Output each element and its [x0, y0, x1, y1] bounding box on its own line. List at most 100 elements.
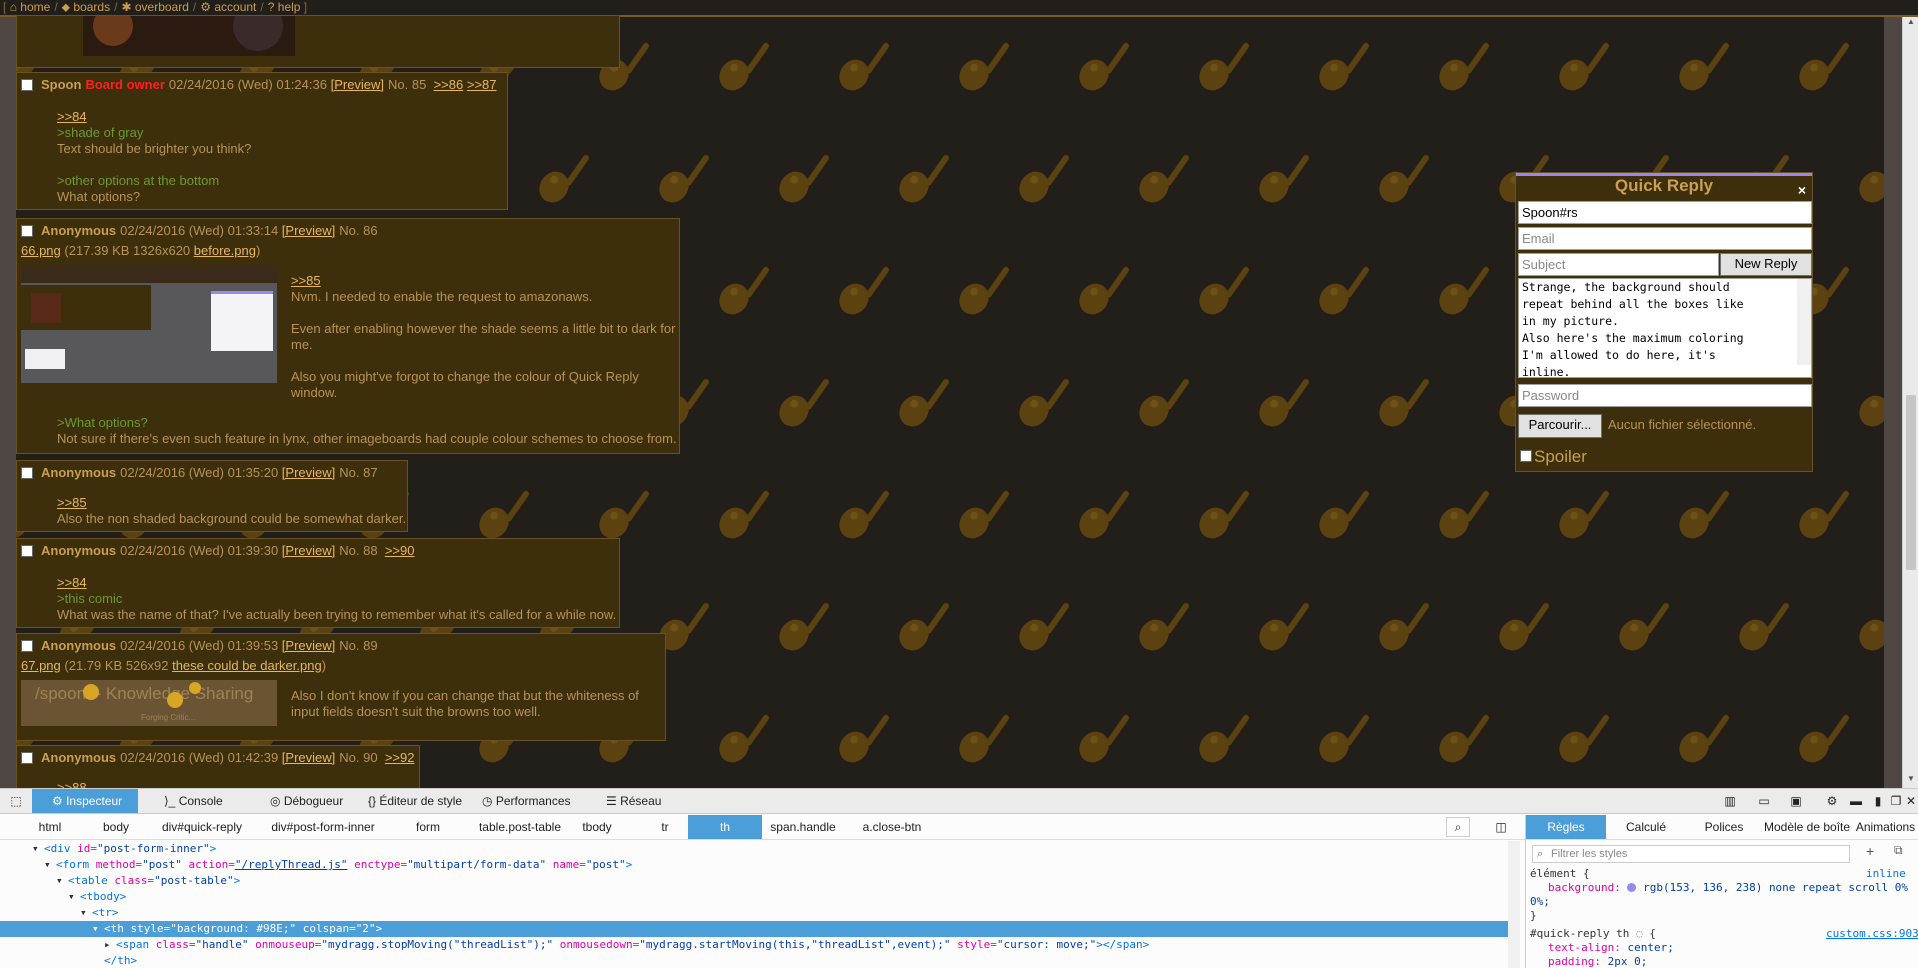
close-icon[interactable]: × [1798, 180, 1806, 200]
post-checkbox[interactable] [21, 225, 33, 237]
post-number[interactable]: No. 90 [339, 750, 377, 765]
undock-icon[interactable]: ❐ [1888, 789, 1904, 813]
layout-icon[interactable]: ▥ [1718, 789, 1742, 813]
rule2-declaration[interactable]: text-align: center; [1548, 941, 1674, 955]
tab-box-model[interactable]: Modèle de boîte [1762, 815, 1852, 839]
page-scrollbar[interactable]: ▲ ▼ [1902, 15, 1918, 788]
markup-scrollbar[interactable] [1508, 841, 1520, 968]
browse-button[interactable]: Parcourir... [1518, 414, 1602, 438]
preview-link[interactable]: [Preview] [282, 750, 335, 765]
pick-element-icon[interactable]: ⬚ [4, 789, 28, 813]
message-textarea[interactable]: Strange, the background should repeat be… [1518, 278, 1812, 378]
subject-field[interactable]: Subject [1518, 253, 1719, 276]
breadcrumb-item[interactable]: tr [644, 815, 686, 839]
tab-computed[interactable]: Calculé [1606, 815, 1686, 839]
breadcrumb-item[interactable]: div#post-form-inner [260, 815, 386, 839]
quote-link[interactable]: >>84 [57, 109, 251, 125]
email-field[interactable]: Email [1518, 227, 1812, 250]
tab-style-editor[interactable]: {} Éditeur de style [368, 789, 472, 813]
tab-performance[interactable]: ◷ Performances [482, 789, 578, 813]
original-filename-link[interactable]: these could be darker.png [172, 658, 322, 673]
tab-inspector[interactable]: ⚙ Inspecteur [32, 789, 138, 813]
breadcrumb-item[interactable]: body [87, 815, 145, 839]
reply-link[interactable]: >>92 [385, 750, 415, 765]
tab-console[interactable]: ⟩_ Console [160, 789, 260, 813]
dock-side-icon[interactable]: ▮ [1868, 789, 1888, 813]
markup-view[interactable]: ▾ <div id="post-form-inner"> ▾ <form method… [0, 841, 1508, 968]
post-number[interactable]: No. 88 [339, 543, 377, 558]
preview-link[interactable]: [Preview] [282, 543, 335, 558]
add-rule-icon[interactable]: + [1866, 843, 1874, 859]
nav-overboard[interactable]: ✱ overboard [121, 0, 188, 14]
expand-triangle-icon[interactable]: ▾ [32, 841, 44, 857]
preview-link[interactable]: [Preview] [282, 638, 335, 653]
name-field[interactable]: Spoon#rs [1518, 201, 1812, 224]
breadcrumb-item[interactable]: div#quick-reply [149, 815, 255, 839]
expand-triangle-icon[interactable]: ▾ [68, 889, 80, 905]
breadcrumb-item[interactable]: tbody [564, 815, 630, 839]
highlight-selector-icon[interactable]: ◌ [1636, 927, 1643, 940]
file-link[interactable]: 66.png [21, 243, 61, 258]
preview-link[interactable]: [Preview] [331, 77, 384, 92]
tab-rules[interactable]: Règles [1526, 815, 1606, 839]
reply-link[interactable]: >>90 [385, 543, 415, 558]
image-thumbnail[interactable] [21, 265, 277, 383]
quick-reply-title-bar[interactable]: Quick Reply × [1516, 173, 1812, 200]
expand-triangle-icon[interactable]: ▾ [92, 921, 104, 937]
settings-gear-icon[interactable]: ⚙ [1820, 789, 1844, 813]
markup-node[interactable]: ▾ <form method="post" action="/replyThrea… [0, 857, 1508, 873]
rule-declaration[interactable]: background: rgb(153, 136, 238) none repe… [1548, 881, 1908, 895]
markup-node[interactable]: ▾ <table class="post-table"> [0, 873, 1508, 889]
rule-source[interactable]: inline [1866, 867, 1906, 881]
spoiler-checkbox[interactable] [1520, 450, 1532, 462]
rule2-source[interactable]: custom.css:903 [1826, 927, 1918, 941]
sidebar-toggle-icon[interactable]: ◫ [1490, 815, 1512, 839]
expand-triangle-icon[interactable]: ▸ [104, 937, 116, 953]
image-thumbnail[interactable]: /spoon/ - Knowledge Sharing Forging Crit… [21, 680, 277, 726]
color-swatch-icon[interactable] [1627, 883, 1637, 892]
split-console-icon[interactable]: ▭ [1752, 789, 1776, 813]
screenshot-icon[interactable]: ▣ [1784, 789, 1808, 813]
tab-fonts[interactable]: Polices [1686, 815, 1762, 839]
markup-node[interactable]: ▾ <tr> [0, 905, 1508, 921]
breadcrumb-item[interactable]: table.post-table [472, 815, 568, 839]
toggle-pseudo-icon[interactable]: ⧉ [1894, 843, 1903, 858]
post-checkbox[interactable] [21, 545, 33, 557]
breadcrumb-item[interactable]: a.close-btn [852, 815, 932, 839]
reply-link[interactable]: >>87 [467, 77, 497, 92]
close-devtools-icon[interactable]: ✕ [1904, 789, 1918, 813]
scroll-up-icon[interactable]: ▲ [1903, 15, 1918, 29]
reply-link[interactable]: >>86 [434, 77, 464, 92]
breadcrumb-item[interactable]: span.handle [760, 815, 846, 839]
nav-home[interactable]: ⌂ home [10, 0, 51, 14]
markup-node[interactable]: </th> [0, 953, 1508, 968]
scrollbar-thumb[interactable] [1906, 395, 1916, 570]
tab-network[interactable]: ☰ Réseau [606, 789, 686, 813]
search-icon[interactable]: ⌕ [1446, 817, 1470, 837]
post-checkbox[interactable] [21, 467, 33, 479]
file-link[interactable]: 67.png [21, 658, 61, 673]
preview-link[interactable]: [Preview] [282, 223, 335, 238]
post-checkbox[interactable] [21, 752, 33, 764]
expand-triangle-icon[interactable] [92, 953, 104, 968]
post-checkbox[interactable] [21, 79, 33, 91]
password-field[interactable]: Password [1518, 384, 1812, 407]
nav-account[interactable]: ⚙ account [200, 0, 256, 14]
spoiler-option[interactable]: Spoiler [1520, 447, 1587, 467]
post-number[interactable]: No. 86 [339, 223, 377, 238]
markup-node[interactable]: ▾ <tbody> [0, 889, 1508, 905]
quote-link[interactable]: >>84 [57, 575, 616, 591]
markup-node[interactable]: ▸ <span class="handle" onmouseup="mydragg… [0, 937, 1508, 953]
dock-bottom-icon[interactable]: ▬ [1846, 789, 1866, 813]
quote-link[interactable]: >>85 [57, 495, 406, 511]
breadcrumb-item[interactable]: form [400, 815, 456, 839]
tab-debugger[interactable]: ◎ Débogueur [266, 789, 362, 813]
markup-node[interactable]: ▾ <div id="post-form-inner"> [0, 841, 1508, 857]
expand-triangle-icon[interactable]: ▾ [56, 873, 68, 889]
markup-node[interactable]: ▾ <th style="background: #98E;" colspan="… [0, 921, 1508, 937]
preview-link[interactable]: [Preview] [282, 465, 335, 480]
filter-styles-input[interactable]: ⌕ Filtrer les styles [1532, 845, 1850, 863]
original-filename-link[interactable]: before.png [194, 243, 256, 258]
rule2-declaration[interactable]: padding: 2px 0; [1548, 955, 1647, 968]
quote-link[interactable]: >>85 [291, 273, 675, 289]
